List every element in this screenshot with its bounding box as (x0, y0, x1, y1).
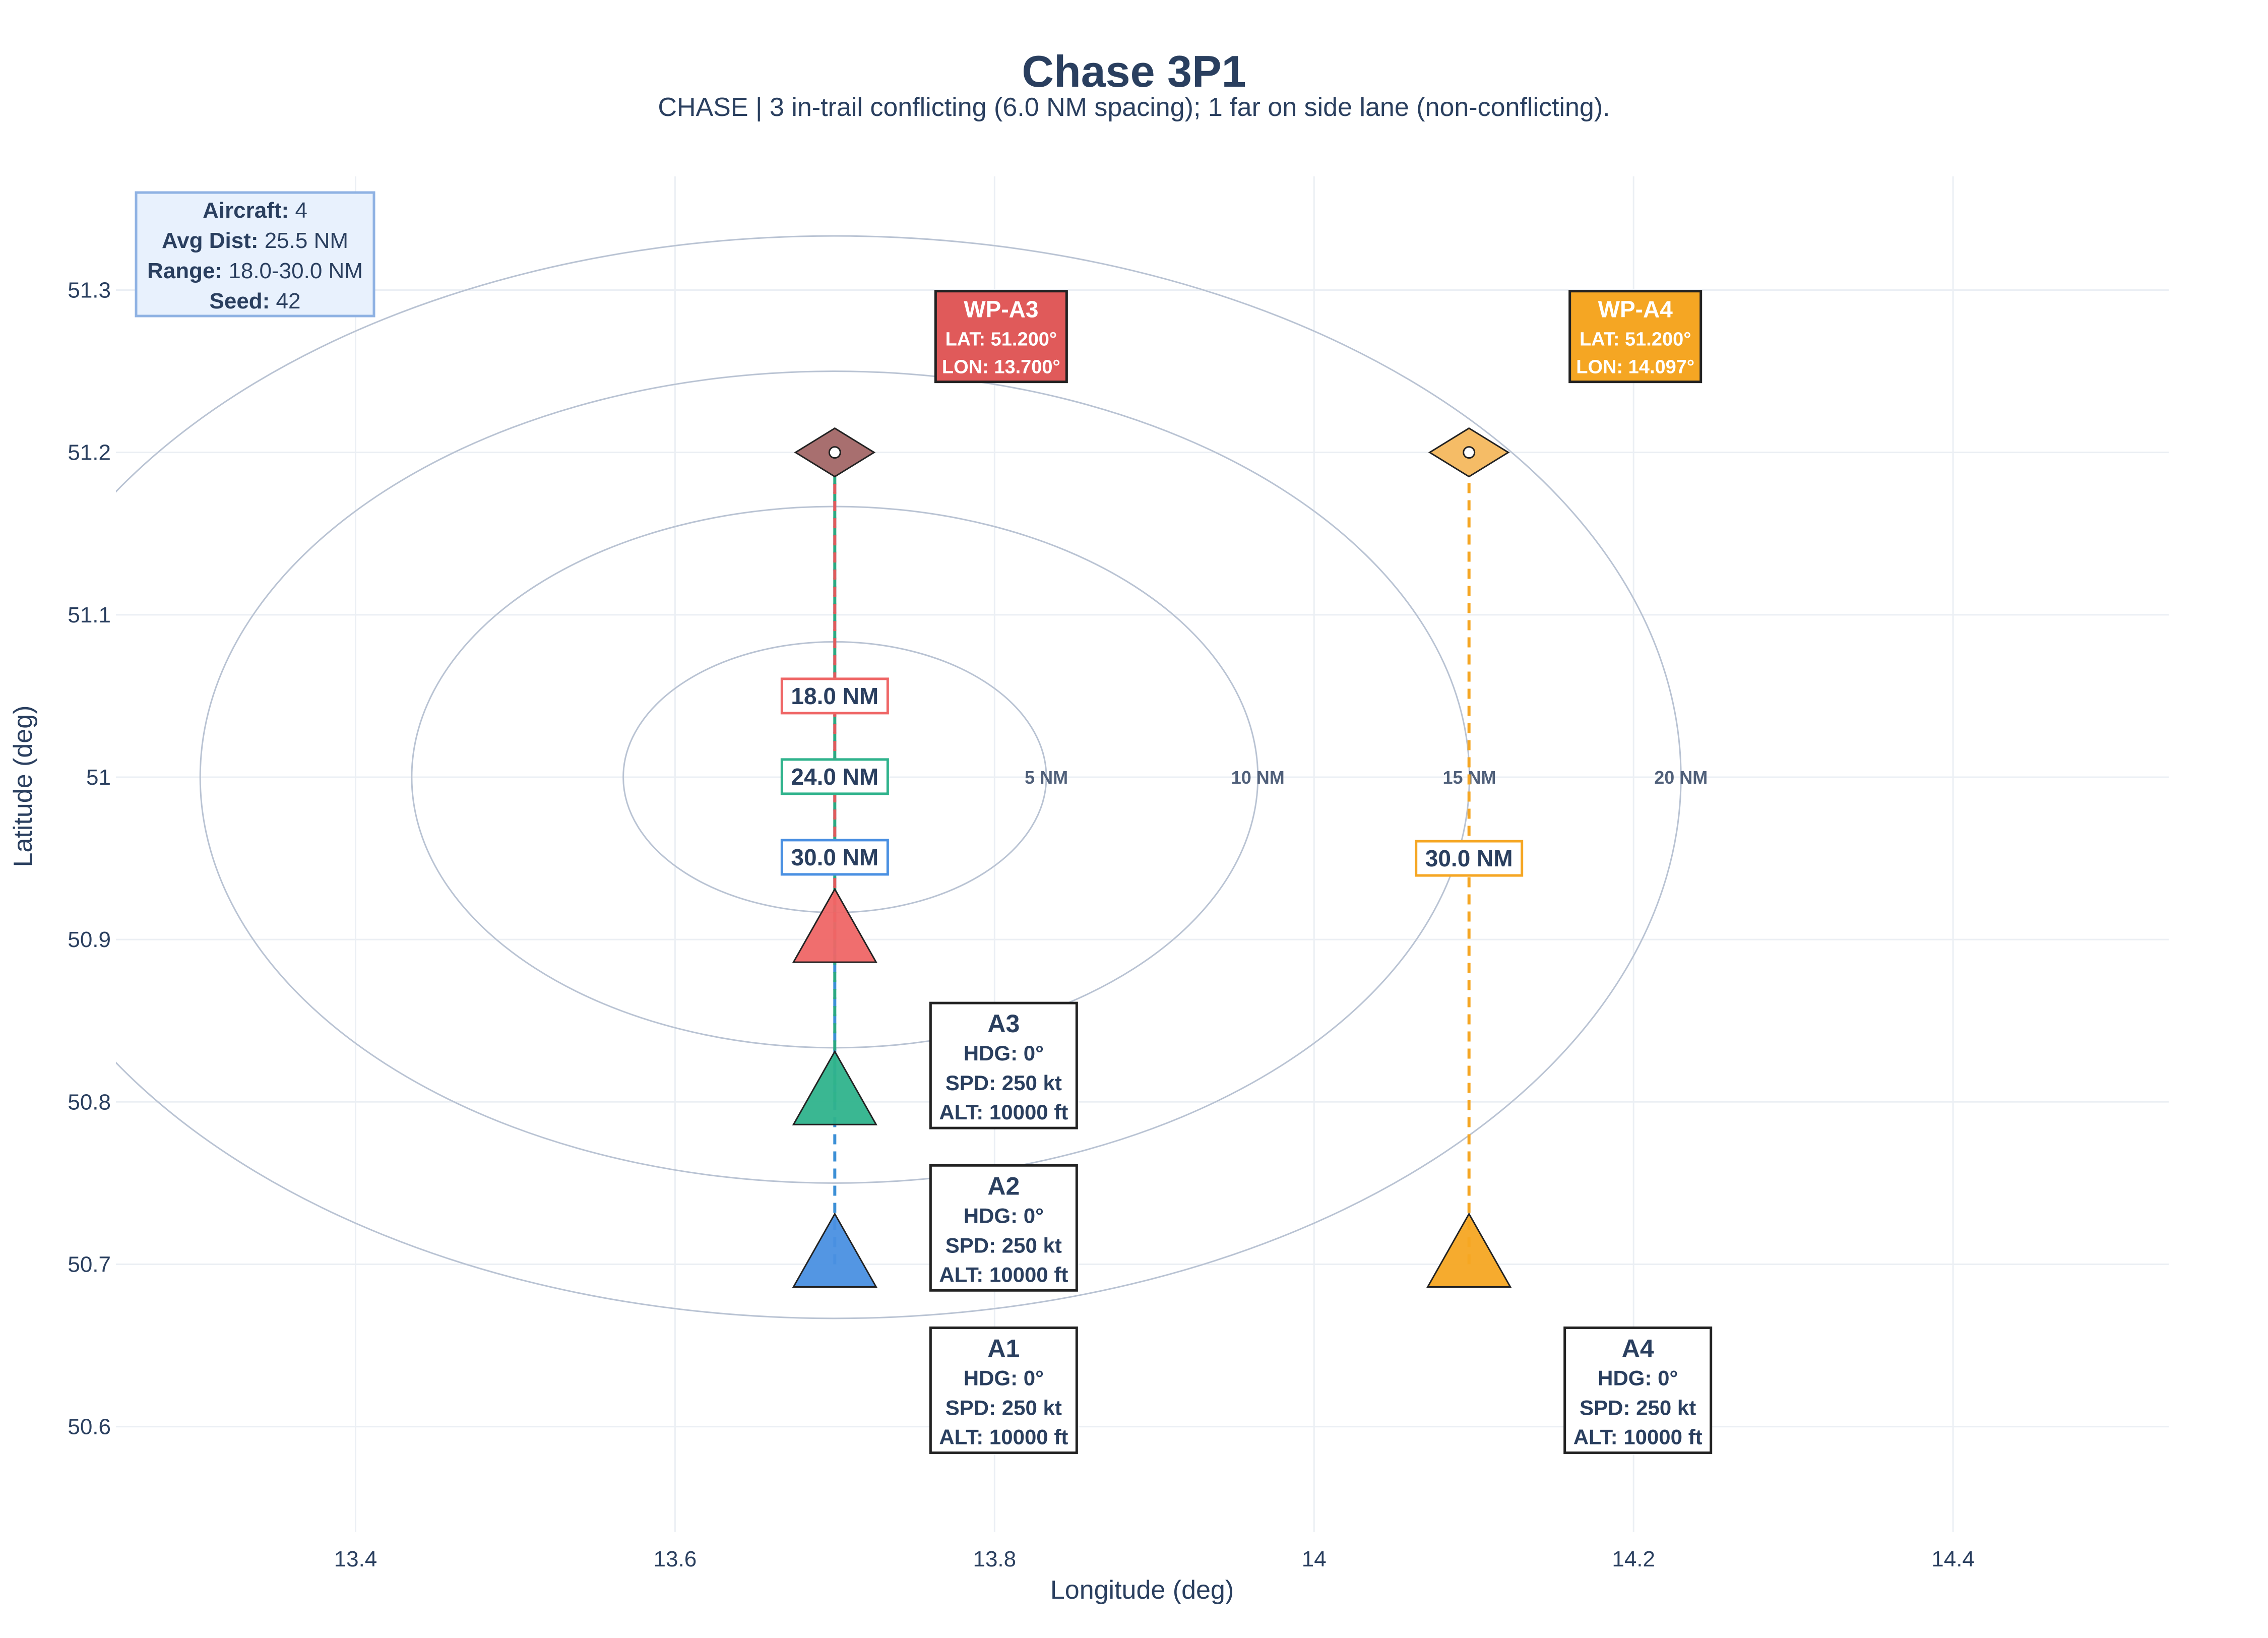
info-box-value: 18.0-30.0 NM (228, 259, 363, 283)
info-box-key: Aircraft: (203, 198, 295, 223)
aircraft-heading: HDG: 0° (964, 1204, 1044, 1227)
info-box-row: Avg Dist: 25.5 NM (162, 228, 348, 253)
waypoint-box-a4: WP-A4 LAT: 51.200° LON: 14.097° (1568, 290, 1703, 384)
route-lines (833, 452, 1471, 1265)
aircraft-id: A1 (987, 1334, 1020, 1362)
aircraft-id: A2 (987, 1172, 1020, 1200)
aircraft-box-a4: A4 HDG: 0° SPD: 250 kt ALT: 10000 ft (1563, 1326, 1713, 1454)
aircraft-id: A4 (1622, 1334, 1654, 1362)
info-box-key: Seed: (210, 289, 276, 313)
markers (792, 427, 1512, 1288)
aircraft-id: A3 (987, 1010, 1020, 1038)
waypoint-lat: LAT: 51.200° (1580, 329, 1691, 350)
info-box-row: Seed: 42 (210, 289, 301, 313)
distance-label-text: 30.0 NM (791, 844, 878, 870)
info-box-row: Range: 18.0-30.0 NM (147, 259, 363, 283)
aircraft-altitude: ALT: 10000 ft (1573, 1425, 1703, 1448)
waypoint-name: WP-A4 (1598, 296, 1673, 323)
grid-lines (116, 176, 2169, 1532)
aircraft-marker-a4 (1426, 1212, 1512, 1288)
waypoint-center-a4 (1463, 446, 1476, 459)
aircraft-marker-a3 (792, 888, 877, 963)
aircraft-box-a2: A2 HDG: 0° SPD: 250 kt ALT: 10000 ft (929, 1164, 1078, 1292)
info-box-value: 4 (295, 198, 307, 223)
x-tick-label: 14.2 (1612, 1547, 1655, 1571)
x-tick-label: 13.8 (973, 1547, 1016, 1571)
aircraft-speed: SPD: 250 kt (946, 1071, 1062, 1095)
waypoint-lat: LAT: 51.200° (946, 329, 1057, 350)
x-tick-label: 14 (1302, 1547, 1327, 1571)
y-tick-label: 50.7 (68, 1252, 111, 1277)
distance-label-text: 24.0 NM (791, 764, 878, 790)
aircraft-speed: SPD: 250 kt (946, 1233, 1062, 1257)
aircraft-box-a3: A3 HDG: 0° SPD: 250 kt ALT: 10000 ft (929, 1001, 1078, 1129)
chart-svg: Chase 3P1 CHASE | 3 in-trail conflicting… (9, 46, 2169, 1605)
chart-subtitle: CHASE | 3 in-trail conflicting (6.0 NM s… (658, 93, 1610, 122)
y-tick-label: 51.2 (68, 440, 111, 465)
range-ring-label: 5 NM (1025, 767, 1068, 788)
aircraft-marker-a1 (792, 1212, 877, 1288)
x-axis-title: Longitude (deg) (1050, 1576, 1234, 1605)
info-box-key: Avg Dist: (162, 228, 265, 253)
range-ring-label: 10 NM (1231, 767, 1285, 788)
aircraft-speed: SPD: 250 kt (946, 1396, 1062, 1419)
aircraft-marker-a2 (792, 1050, 877, 1125)
aircraft-heading: HDG: 0° (964, 1041, 1044, 1065)
aircraft-altitude: ALT: 10000 ft (939, 1425, 1068, 1448)
aircraft-altitude: ALT: 10000 ft (939, 1263, 1068, 1286)
info-box-key: Range: (147, 259, 228, 283)
chart-title: Chase 3P1 (1022, 46, 1246, 96)
aircraft-box-a1: A1 HDG: 0° SPD: 250 kt ALT: 10000 ft (929, 1326, 1078, 1454)
x-tick-label: 13.4 (334, 1547, 377, 1571)
distance-label-a4: 30.0 NM (1415, 840, 1524, 877)
y-tick-label: 50.9 (68, 927, 111, 952)
waypoint-center-a3 (828, 446, 841, 459)
distance-label-text: 30.0 NM (1425, 845, 1513, 871)
info-box-value: 42 (276, 289, 301, 313)
waypoint-lon: LON: 13.700° (942, 357, 1060, 378)
y-tick-label: 51 (86, 765, 111, 790)
aircraft-heading: HDG: 0° (964, 1366, 1044, 1390)
x-tick-label: 13.6 (654, 1547, 697, 1571)
info-box-value: 25.5 NM (265, 228, 348, 253)
y-tick-label: 51.1 (68, 603, 111, 627)
y-tick-label: 51.3 (68, 278, 111, 303)
distance-label-a1: 30.0 NM (780, 839, 889, 876)
x-tick-label: 14.4 (1931, 1547, 1975, 1571)
distance-label-a2: 24.0 NM (780, 758, 889, 795)
aircraft-heading: HDG: 0° (1598, 1366, 1678, 1390)
distance-label-a3: 18.0 NM (780, 677, 889, 715)
distance-label-text: 18.0 NM (791, 683, 878, 709)
waypoint-lon: LON: 14.097° (1576, 357, 1694, 378)
range-ring-label: 20 NM (1654, 767, 1708, 788)
y-axis-title: Latitude (deg) (9, 706, 38, 867)
waypoint-box-a3: WP-A3 LAT: 51.200° LON: 13.700° (934, 290, 1068, 384)
aircraft-altitude: ALT: 10000 ft (939, 1100, 1068, 1124)
info-box: Aircraft: 4 Avg Dist: 25.5 NM Range: 18.0-… (135, 191, 375, 318)
aircraft-speed: SPD: 250 kt (1580, 1396, 1696, 1419)
annotations: 18.0 NM 24.0 NM 30.0 NM 30.0 NM WP-A3 LAT: 51… (780, 290, 1713, 1454)
info-box-row: Aircraft: 4 (203, 198, 307, 223)
waypoint-name: WP-A3 (964, 296, 1038, 323)
y-tick-label: 50.8 (68, 1090, 111, 1114)
y-tick-label: 50.6 (68, 1415, 111, 1439)
